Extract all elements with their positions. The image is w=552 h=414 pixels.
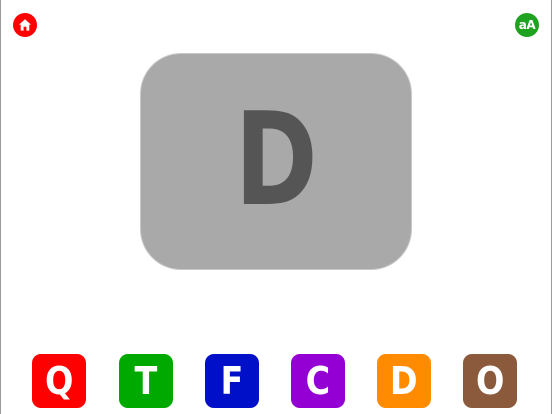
choice-button-5[interactable]: D [377, 354, 431, 408]
target-letter-card: D [141, 54, 411, 269]
home-button[interactable] [13, 13, 37, 37]
choice-letter: C [305, 359, 331, 403]
choice-letter: O [475, 359, 505, 403]
choice-letter: F [220, 359, 244, 403]
letter-case-toggle-label: aA [518, 18, 536, 32]
choice-button-4[interactable]: C [291, 354, 345, 408]
choice-letter: T [134, 359, 158, 403]
choice-button-3[interactable]: F [205, 354, 259, 408]
choice-letter: D [390, 359, 418, 403]
choice-button-1[interactable]: Q [32, 354, 86, 408]
choice-button-2[interactable]: T [119, 354, 173, 408]
home-icon [19, 19, 31, 31]
target-letter: D [234, 85, 318, 235]
letter-choices: Q T F C D O [0, 354, 552, 408]
choice-letter: Q [44, 359, 74, 403]
choice-button-6[interactable]: O [463, 354, 517, 408]
letter-case-toggle-button[interactable]: aA [515, 13, 539, 37]
